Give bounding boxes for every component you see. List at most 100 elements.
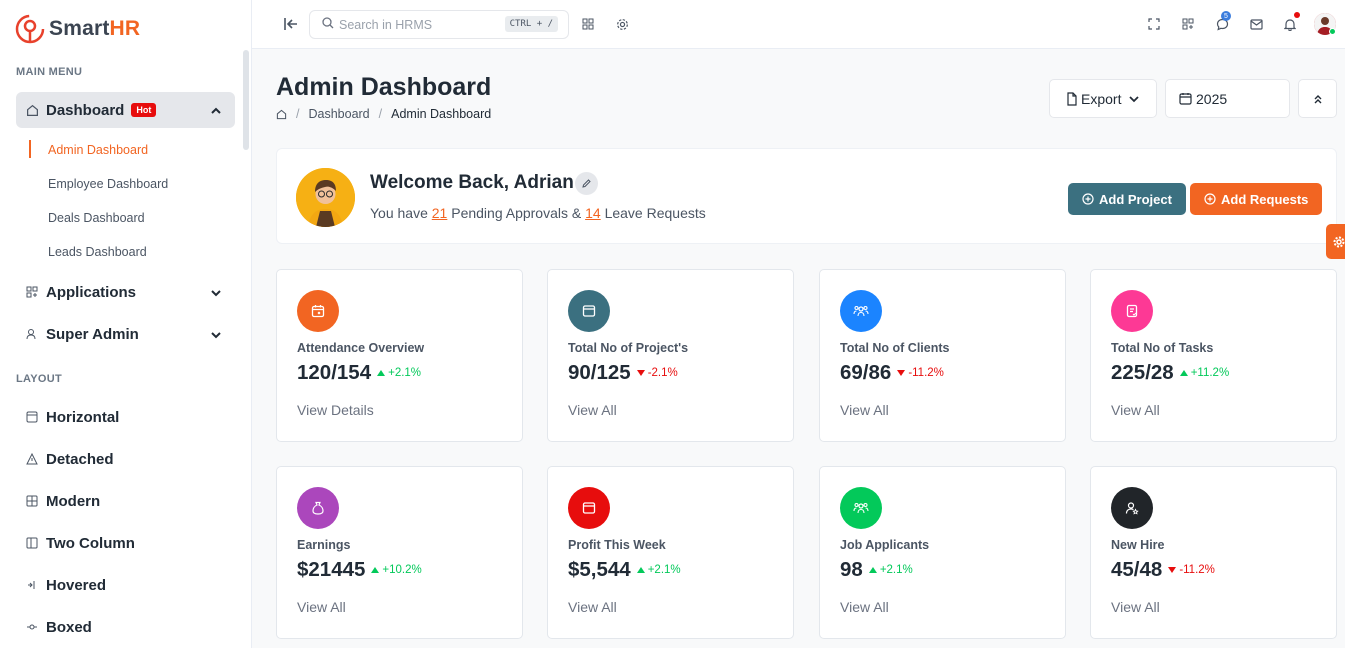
breadcrumb-dashboard[interactable]: Dashboard <box>308 107 369 121</box>
stat-label: Total No of Tasks <box>1111 341 1214 355</box>
edit-icon[interactable] <box>575 172 598 195</box>
trend-up-icon <box>636 564 645 576</box>
stat-card-job-applicants: Job Applicants 98 +2.1% View All <box>819 466 1066 639</box>
year-picker[interactable]: 2025 <box>1165 79 1290 118</box>
chevron-down-icon <box>1129 94 1140 104</box>
submenu-admin-dashboard[interactable]: Admin Dashboard <box>48 143 148 157</box>
submenu-deals-dashboard[interactable]: Deals Dashboard <box>48 211 145 225</box>
logo-icon <box>15 14 45 44</box>
submenu-employee-dashboard[interactable]: Employee Dashboard <box>48 177 168 191</box>
layout-title: LAYOUT <box>16 373 63 385</box>
sidebar-item-horizontal[interactable]: Horizontal <box>16 399 235 435</box>
collapse-header-button[interactable] <box>1298 79 1337 118</box>
search-input[interactable]: Search in HRMS CTRL + / <box>309 10 569 39</box>
welcome-avatar <box>296 168 355 227</box>
sidebar-scrollbar[interactable] <box>243 50 249 150</box>
trend-up-icon <box>371 564 380 576</box>
home-icon[interactable] <box>276 109 287 120</box>
apps-icon[interactable] <box>1179 15 1197 33</box>
main-menu-title: MAIN MENU <box>16 66 83 78</box>
view-all-link[interactable]: View All <box>840 599 889 615</box>
breadcrumb: / Dashboard / Admin Dashboard <box>276 107 491 121</box>
grid-menu-icon[interactable] <box>579 15 597 33</box>
view-details-link[interactable]: View Details <box>297 402 374 418</box>
calendar-icon <box>297 290 339 332</box>
pending-approvals-count[interactable]: 21 <box>432 205 448 221</box>
sidebar-item-label: Modern <box>46 492 101 510</box>
view-all-link[interactable]: View All <box>1111 599 1160 615</box>
browser-icon <box>568 290 610 332</box>
stat-delta: -11.2% <box>897 367 944 379</box>
export-label: Export <box>1081 90 1122 107</box>
layout-horizontal-icon <box>25 410 39 424</box>
stat-label: Attendance Overview <box>297 341 425 355</box>
page-title: Admin Dashboard <box>276 73 492 101</box>
money-bag-icon <box>297 487 339 529</box>
view-all-link[interactable]: View All <box>1111 402 1160 418</box>
stat-label: Total No of Clients <box>840 341 950 355</box>
sidebar-item-modern[interactable]: Modern <box>16 483 235 519</box>
trend-down-icon <box>636 367 645 379</box>
collapse-sidebar-icon[interactable] <box>282 15 300 33</box>
settings-icon[interactable] <box>613 15 631 33</box>
stat-card-clients: Total No of Clients 69/86 -11.2% View All <box>819 269 1066 442</box>
sidebar-item-label: Super Admin <box>46 325 139 343</box>
plus-circle-icon <box>1204 193 1216 205</box>
stat-label: New Hire <box>1111 538 1165 552</box>
theme-settings-tab[interactable] <box>1326 224 1345 259</box>
view-all-link[interactable]: View All <box>568 402 617 418</box>
submenu-leads-dashboard[interactable]: Leads Dashboard <box>48 245 147 259</box>
stat-value: 98 <box>840 558 863 581</box>
sidebar-item-label: Applications <box>46 283 137 301</box>
stat-card-profit: Profit This Week $5,544 +2.1% View All <box>547 466 794 639</box>
sidebar-item-label: Boxed <box>46 618 92 636</box>
search-shortcut: CTRL + / <box>504 16 558 32</box>
home-icon <box>25 103 39 117</box>
users-group-icon <box>840 487 882 529</box>
user-shield-icon <box>25 327 39 341</box>
stat-card-new-hire: New Hire 45/48 -11.2% View All <box>1090 466 1337 639</box>
sidebar-item-detached[interactable]: Detached <box>16 441 235 477</box>
trend-up-icon <box>377 367 386 379</box>
online-status-dot <box>1329 28 1336 35</box>
chevron-down-icon <box>211 285 221 302</box>
mail-icon[interactable] <box>1247 15 1265 33</box>
breadcrumb-separator: / <box>378 107 383 121</box>
columns-icon <box>25 536 39 550</box>
sidebar-item-label: Hovered <box>46 576 107 594</box>
grid-icon <box>25 494 39 508</box>
sidebar-item-super-admin[interactable]: Super Admin <box>16 316 235 352</box>
app-logo[interactable]: SmartHR <box>15 14 140 44</box>
hot-badge: Hot <box>131 103 157 117</box>
add-project-button[interactable]: Add Project <box>1068 183 1186 215</box>
breadcrumb-separator: / <box>296 107 300 121</box>
triangle-icon <box>25 452 39 466</box>
browser-icon <box>568 487 610 529</box>
pointer-icon <box>25 578 39 592</box>
stat-card-earnings: Earnings $21445 +10.2% View All <box>276 466 523 639</box>
gear-icon <box>1333 236 1345 248</box>
add-requests-button[interactable]: Add Requests <box>1190 183 1323 215</box>
view-all-link[interactable]: View All <box>568 599 617 615</box>
stat-delta: +10.2% <box>371 564 422 576</box>
export-button[interactable]: Export <box>1049 79 1157 118</box>
stat-delta: +2.1% <box>636 564 681 576</box>
search-placeholder: Search in HRMS <box>339 17 433 32</box>
sidebar-item-hovered[interactable]: Hovered <box>16 567 235 603</box>
trend-up-icon <box>1179 367 1188 379</box>
stat-delta: -11.2% <box>1168 564 1215 576</box>
sidebar-item-label: Two Column <box>46 534 135 552</box>
app-name: SmartHR <box>49 17 141 40</box>
stat-label: Earnings <box>297 538 351 552</box>
sidebar-item-applications[interactable]: Applications <box>16 274 235 310</box>
fullscreen-icon[interactable] <box>1145 15 1163 33</box>
view-all-link[interactable]: View All <box>297 599 346 615</box>
sidebar-item-boxed[interactable]: Boxed <box>16 609 235 645</box>
stat-card-projects: Total No of Project's 90/125 -2.1% View A… <box>547 269 794 442</box>
stat-card-tasks: Total No of Tasks 225/28 +11.2% View All <box>1090 269 1337 442</box>
view-all-link[interactable]: View All <box>840 402 889 418</box>
leave-requests-count[interactable]: 14 <box>585 205 601 221</box>
stat-value: 90/125 <box>568 361 631 384</box>
sidebar-item-two-column[interactable]: Two Column <box>16 525 235 561</box>
sidebar-item-dashboard[interactable]: Dashboard Hot <box>16 92 235 128</box>
